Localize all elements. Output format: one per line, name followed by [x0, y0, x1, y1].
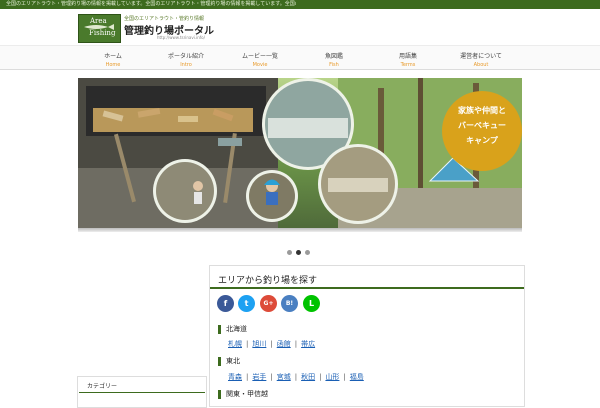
link-row-hokkaido: 札幌 | 旭川 | 函館 | 帯広	[228, 340, 316, 348]
badge-line: バーベキュー	[458, 121, 506, 130]
site-tagline: 全国のエリアトラウト・管釣り情報	[124, 16, 205, 22]
hero-slider[interactable]: 家族や仲間と バーベキュー キャンプ	[78, 78, 522, 228]
facebook-icon[interactable]: f	[217, 295, 234, 312]
area-link[interactable]: 青森	[228, 373, 242, 381]
nav-item-about[interactable]: 運営者について About	[448, 46, 514, 69]
area-link[interactable]: 旭川	[252, 340, 266, 348]
slider-dot[interactable]	[287, 250, 292, 255]
googleplus-icon[interactable]: G+	[260, 295, 277, 312]
area-link[interactable]: 山形	[325, 373, 339, 381]
divider	[79, 392, 205, 393]
badge-line: キャンプ	[466, 136, 498, 145]
twitter-icon[interactable]: t	[238, 295, 255, 312]
slider-image	[78, 78, 522, 228]
badge-line: 家族や仲間と	[458, 106, 506, 115]
slider-dot[interactable]	[305, 250, 310, 255]
nav-sublabel: Movie	[252, 62, 268, 68]
nav-item-intro[interactable]: ポータル紹介 Intro	[153, 46, 219, 69]
nav-item-movie[interactable]: ムービー一覧 Movie	[227, 46, 293, 69]
area-link[interactable]: 宮城	[277, 373, 291, 381]
slider-shadow	[78, 228, 522, 232]
area-link[interactable]: 函館	[277, 340, 291, 348]
main-nav: ホーム Home ポータル紹介 Intro ムービー一覧 Movie 魚図鑑 F…	[0, 45, 600, 70]
nav-item-home[interactable]: ホーム Home	[80, 46, 146, 69]
logo-text-fishing: Fishing	[89, 29, 116, 37]
slider-badge-text: 家族や仲間と バーベキュー キャンプ	[442, 103, 522, 148]
heading-underline	[210, 287, 524, 289]
hatena-icon[interactable]: B!	[281, 295, 298, 312]
line-icon[interactable]: L	[303, 295, 320, 312]
area-link[interactable]: 帯広	[301, 340, 315, 348]
announcement-text: 全国のエリアトラウト・管理釣り場の情報を掲載しています。全国のエリアトラウト・管…	[6, 1, 296, 7]
nav-label: 用語集	[398, 53, 417, 60]
nav-sublabel: Fish	[329, 62, 339, 68]
area-link[interactable]: 福島	[350, 373, 364, 381]
slider-pagination	[287, 240, 314, 255]
nav-sublabel: Home	[105, 62, 121, 68]
nav-label: 運営者について	[460, 53, 502, 60]
nav-label: ムービー一覧	[241, 53, 278, 60]
sidebar-widget: カテゴリー	[77, 376, 207, 408]
section-heading-hokkaido: 北海道	[218, 325, 247, 334]
section-heading-tohoku: 東北	[218, 357, 240, 366]
sidebar-widget-title: カテゴリー	[87, 383, 118, 390]
section-heading-kanto: 関東・甲信越	[218, 390, 268, 399]
nav-item-fish[interactable]: 魚図鑑 Fish	[301, 46, 367, 69]
top-announcement-bar: 全国のエリアトラウト・管理釣り場の情報を掲載しています。全国のエリアトラウト・管…	[0, 0, 600, 9]
area-link[interactable]: 秋田	[301, 373, 315, 381]
slider-dot-active[interactable]	[296, 250, 301, 255]
nav-sublabel: Terms	[400, 62, 416, 68]
nav-label: ポータル紹介	[167, 53, 204, 60]
link-row-tohoku: 青森 | 岩手 | 宮城 | 秋田 | 山形 | 福島	[228, 373, 364, 381]
area-link[interactable]: 岩手	[252, 373, 266, 381]
nav-label: 魚図鑑	[324, 53, 343, 60]
nav-item-terms[interactable]: 用語集 Terms	[375, 46, 441, 69]
main-heading: エリアから釣り場を探す	[218, 276, 318, 286]
nav-sublabel: About	[473, 62, 489, 68]
nav-label: ホーム	[104, 53, 122, 60]
site-logo[interactable]: Area Fishing	[78, 14, 121, 43]
site-url: http://www.tsrinavi.info/	[157, 35, 205, 40]
area-link[interactable]: 札幌	[228, 340, 242, 348]
nav-sublabel: Intro	[180, 62, 192, 68]
main-content: エリアから釣り場を探す f t G+ B! L 北海道 札幌 | 旭川 | 函館 | 帯広 …	[209, 265, 525, 407]
